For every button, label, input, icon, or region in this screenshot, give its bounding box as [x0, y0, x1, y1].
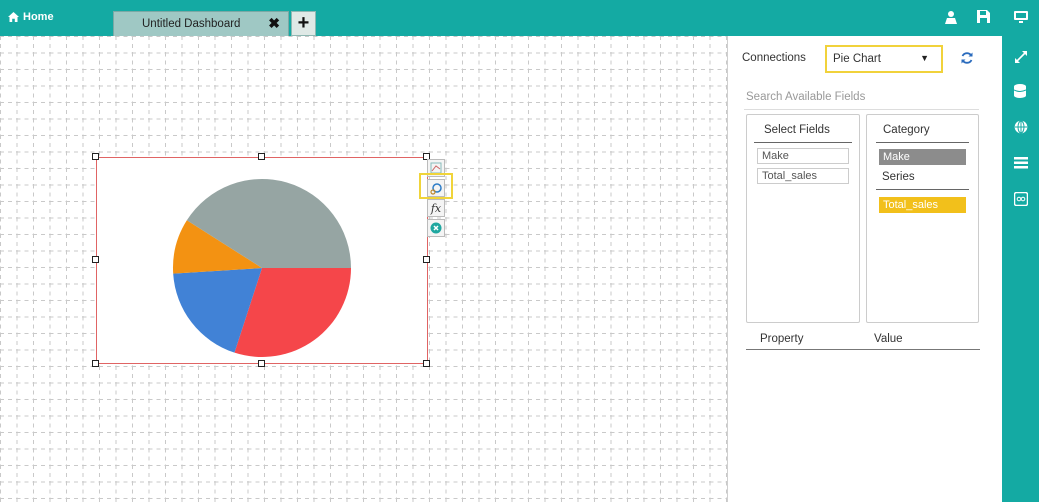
- divider: [744, 109, 979, 110]
- resize-handle-n[interactable]: [258, 153, 265, 160]
- list-icon[interactable]: [1014, 156, 1028, 170]
- monitor-icon[interactable]: [1014, 10, 1030, 26]
- category-box: [866, 114, 979, 323]
- resize-handle-nw[interactable]: [92, 153, 99, 160]
- resize-handle-e[interactable]: [423, 256, 430, 263]
- category-title: Category: [883, 124, 930, 136]
- database-icon[interactable]: [1013, 84, 1028, 98]
- search-fields-input[interactable]: Search Available Fields: [746, 91, 865, 103]
- refresh-icon[interactable]: [960, 51, 974, 65]
- selected-tool-highlight: [419, 173, 453, 199]
- globe-icon[interactable]: [1014, 120, 1028, 134]
- resize-handle-w[interactable]: [92, 256, 99, 263]
- close-tab-icon[interactable]: ✖: [268, 15, 280, 31]
- select-fields-box: [746, 114, 860, 323]
- home-label: Home: [23, 11, 54, 23]
- home-icon: [8, 12, 19, 22]
- tab-title: Untitled Dashboard: [142, 18, 241, 30]
- series-item-total-sales[interactable]: Total_sales: [879, 197, 966, 213]
- resize-handle-s[interactable]: [258, 360, 265, 367]
- user-icon[interactable]: [944, 10, 960, 26]
- top-bar: Home Untitled Dashboard ✖ +: [0, 0, 1039, 36]
- property-header: Property: [760, 333, 804, 345]
- expand-icon[interactable]: [1014, 50, 1028, 64]
- caret-down-icon: ▼: [920, 53, 929, 63]
- category-item-make[interactable]: Make: [879, 149, 966, 165]
- divider: [876, 142, 969, 143]
- divider: [746, 349, 980, 350]
- select-fields-title: Select Fields: [764, 124, 830, 136]
- properties-panel: Connections Pie Chart ▼ Search Available…: [727, 36, 1002, 502]
- right-icon-strip: [1002, 36, 1039, 502]
- remove-widget-icon[interactable]: [427, 219, 445, 237]
- pie-chart-widget[interactable]: [96, 157, 428, 364]
- fx-icon[interactable]: fx: [427, 199, 445, 217]
- tab-untitled-dashboard[interactable]: Untitled Dashboard ✖: [113, 11, 289, 36]
- pie-chart: [173, 179, 351, 357]
- resize-handle-sw[interactable]: [92, 360, 99, 367]
- value-header: Value: [874, 333, 903, 345]
- connections-label: Connections: [742, 52, 806, 64]
- add-tab-button[interactable]: +: [291, 11, 316, 36]
- save-icon[interactable]: [977, 10, 993, 26]
- chart-type-value: Pie Chart: [833, 53, 881, 65]
- divider: [754, 142, 852, 143]
- home-button[interactable]: Home: [8, 11, 54, 23]
- field-item-make[interactable]: Make: [757, 148, 849, 164]
- resize-handle-se[interactable]: [423, 360, 430, 367]
- series-title: Series: [882, 171, 915, 183]
- chart-type-select[interactable]: Pie Chart ▼: [825, 45, 943, 73]
- preview-icon[interactable]: [1013, 191, 1029, 207]
- field-item-total-sales[interactable]: Total_sales: [757, 168, 849, 184]
- divider: [876, 189, 969, 190]
